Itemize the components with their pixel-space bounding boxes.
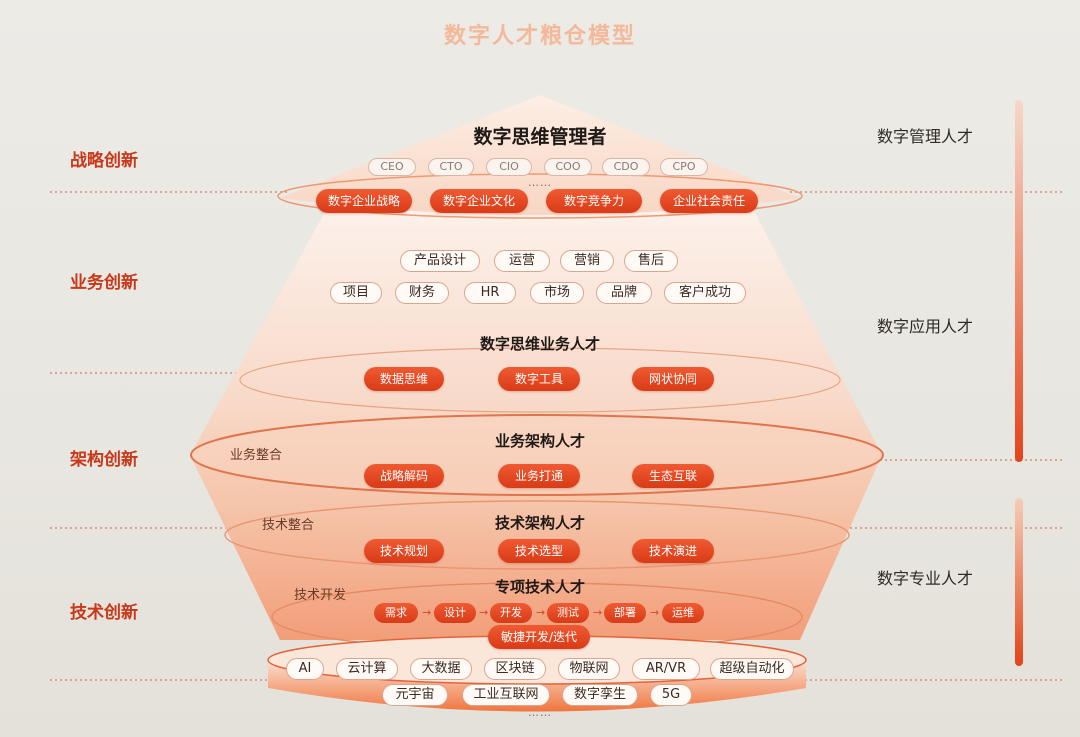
label-digital-specialist-talent: 数字专业人才 [877, 569, 974, 588]
role-cdo: CDO [602, 158, 650, 176]
arrow-right-icon: → [650, 606, 660, 619]
flow-deployment: 部署 [604, 603, 646, 623]
skill-tech-evolution: 技术演进 [632, 539, 714, 563]
tech-ar-vr: AR/VR [632, 658, 700, 680]
func-hr: HR [464, 282, 516, 304]
func-brand: 品牌 [596, 282, 652, 304]
flow-operations: 运维 [662, 603, 704, 623]
func-product-design: 产品设计 [400, 250, 480, 272]
tech-5g: 5G [650, 684, 692, 706]
skill-network-collab: 网状协同 [632, 367, 714, 391]
heading-specialist-talent: 专项技术人才 [494, 578, 586, 596]
tech-cloud: 云计算 [336, 658, 398, 680]
flow-testing: 测试 [547, 603, 589, 623]
tech-big-data: 大数据 [410, 658, 472, 680]
heading-tech-architecture: 技术架构人才 [494, 514, 586, 532]
role-ceo: CEO [368, 158, 416, 176]
label-tech-integration: 技术整合 [262, 518, 315, 533]
func-operations: 运营 [494, 250, 550, 272]
role-cto: CTO [428, 158, 474, 176]
skill-tech-planning: 技术规划 [364, 539, 444, 563]
label-tech-innovation: 技术创新 [70, 603, 138, 623]
tech-blockchain: 区块链 [484, 658, 546, 680]
label-tech-development: 技术开发 [294, 588, 347, 603]
arrow-right-icon: → [479, 606, 489, 619]
func-after-sales: 售后 [624, 250, 678, 272]
cap-digital-competitiveness: 数字竞争力 [546, 189, 642, 213]
label-business-innovation: 业务创新 [70, 273, 138, 293]
skill-data-thinking: 数据思维 [364, 367, 444, 391]
tech-digital-twin: 数字孪生 [562, 684, 638, 706]
label-digital-application-talent: 数字应用人才 [877, 317, 974, 336]
arrow-right-icon: → [422, 606, 432, 619]
skill-digital-tools: 数字工具 [498, 367, 580, 391]
cap-digital-strategy: 数字企业战略 [316, 189, 412, 213]
arrow-right-icon: → [593, 606, 603, 619]
heading-digital-thinking-manager: 数字思维管理者 [473, 126, 607, 148]
flow-development: 开发 [490, 603, 532, 623]
func-marketing: 营销 [560, 250, 614, 272]
tech-ai: AI [286, 658, 324, 680]
heading-business-talent: 数字思维业务人才 [479, 335, 601, 353]
cap-digital-culture: 数字企业文化 [430, 189, 528, 213]
skill-strategy-decoding: 战略解码 [364, 464, 444, 488]
label-strategy-innovation: 战略创新 [70, 151, 138, 171]
flow-design: 设计 [434, 603, 476, 623]
tech-hyperautomation: 超级自动化 [710, 658, 794, 680]
tech-iot: 物联网 [558, 658, 620, 680]
tech-industrial-internet: 工业互联网 [462, 684, 550, 706]
arrow-right-icon: → [536, 606, 546, 619]
tech-metaverse: 元宇宙 [382, 684, 448, 706]
role-cio: CIO [486, 158, 532, 176]
heading-business-architecture: 业务架构人才 [494, 432, 586, 450]
role-coo: COO [544, 158, 592, 176]
label-digital-management-talent: 数字管理人才 [877, 127, 974, 146]
skill-business-integration: 业务打通 [498, 464, 580, 488]
agile-development: 敏捷开发/迭代 [488, 625, 590, 649]
func-finance: 财务 [395, 282, 449, 304]
flow-requirements: 需求 [374, 603, 418, 623]
label-business-integration: 业务整合 [230, 448, 283, 463]
roles-ellipsis: …… [528, 176, 552, 189]
func-customer-success: 客户成功 [664, 282, 746, 304]
specialist-bar [1015, 498, 1023, 666]
talent-granary-diagram: 数字人才粮仓模型 战略创新 业务创新 架构创新 技术创新 数字管理人才 数字应用… [0, 0, 1080, 737]
skill-tech-selection: 技术选型 [498, 539, 580, 563]
func-project: 项目 [330, 282, 382, 304]
role-cpo: CPO [660, 158, 708, 176]
func-market: 市场 [530, 282, 584, 304]
label-architecture-innovation: 架构创新 [70, 450, 138, 470]
cap-social-responsibility: 企业社会责任 [660, 189, 758, 213]
diagram-title: 数字人才粮仓模型 [443, 24, 636, 49]
management-application-bar [1015, 100, 1023, 462]
skill-ecosystem: 生态互联 [632, 464, 714, 488]
tech-ellipsis: …… [528, 706, 552, 719]
